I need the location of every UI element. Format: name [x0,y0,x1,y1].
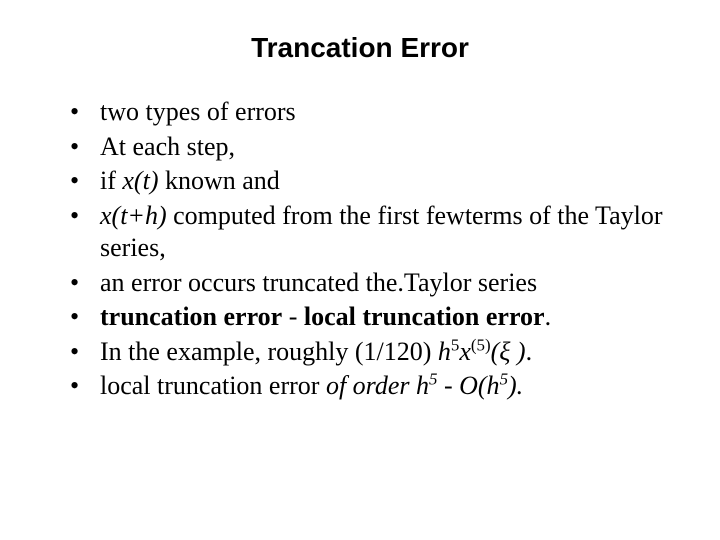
list-item: an error occurs truncated the.Taylor ser… [70,267,670,300]
list-item: At each step, [70,131,670,164]
math-text: h [438,337,451,366]
bullet-text: In the example, roughly (1/120) [100,337,438,366]
bullet-text: an error occurs truncated the.Taylor ser… [100,268,537,297]
bullet-text: computed from the first fewterms of the … [100,201,663,263]
superscript: 5 [500,369,508,388]
list-item: local truncation error of order h 5 - O(h… [70,370,670,403]
slide: Trancation Error two types of errors At … [0,0,720,540]
bullet-list: two types of errors At each step, if x(t… [40,96,680,403]
bullet-text: At each step, [100,132,235,161]
bullet-text: - [437,371,459,400]
math-text: x(t+h) [100,201,167,230]
bold-text: truncation error [100,302,282,331]
slide-title: Trancation Error [40,32,680,64]
list-item: truncation error - local truncation erro… [70,301,670,334]
list-item: x(t+h) computed from the first fewterms … [70,200,670,265]
list-item: if x(t) known and [70,165,670,198]
math-text: x(t) [122,166,158,195]
bullet-text: . [545,302,552,331]
bullet-text: two types of errors [100,97,296,126]
italic-text: of order h [326,371,429,400]
superscript: (5) [471,335,491,354]
italic-text: O(h [459,371,499,400]
bullet-text: known and [158,166,279,195]
bullet-text: if [100,166,122,195]
bold-text: local truncation error [304,302,545,331]
bullet-text: - [282,302,304,331]
italic-text: ). [508,371,523,400]
list-item: In the example, roughly (1/120) h5x(5)(ξ… [70,336,670,369]
math-text: x [459,337,471,366]
bullet-text: . [526,337,533,366]
bullet-text: local truncation error [100,371,326,400]
list-item: two types of errors [70,96,670,129]
math-text: (ξ ) [491,337,526,366]
